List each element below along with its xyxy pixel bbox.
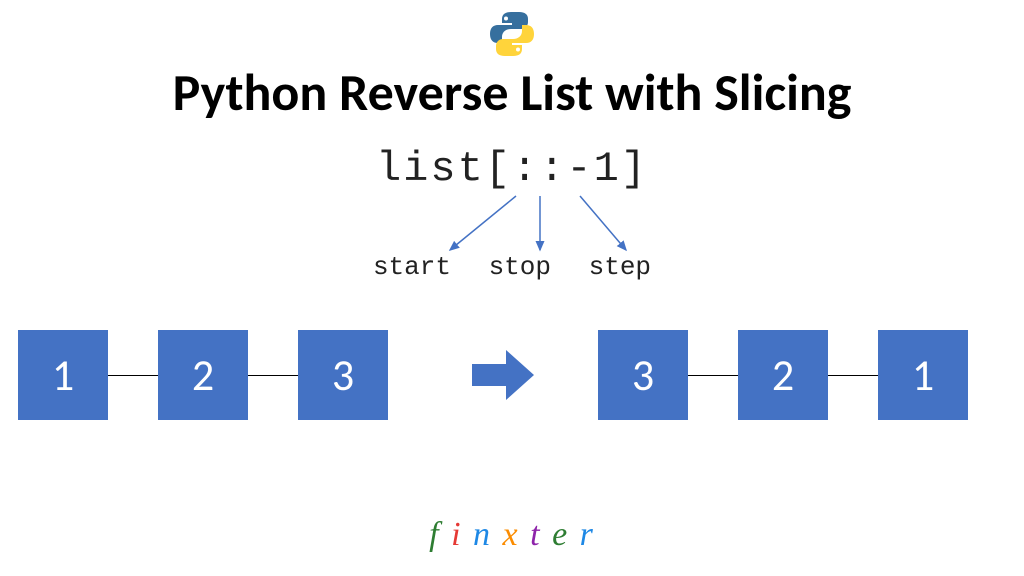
brand-letter: n xyxy=(473,516,492,554)
connector xyxy=(828,375,878,376)
python-logo-icon xyxy=(488,10,536,63)
connector xyxy=(108,375,158,376)
label-stop: stop xyxy=(489,252,551,282)
connector xyxy=(248,375,298,376)
brand-logo: f i n x t e r xyxy=(0,516,1024,554)
brand-letter: e xyxy=(552,516,569,554)
transform-arrow-icon xyxy=(468,348,538,407)
node-before-1: 2 xyxy=(158,330,248,420)
node-before-0: 1 xyxy=(18,330,108,420)
annotation-arrows xyxy=(380,190,680,260)
node-after-0: 3 xyxy=(598,330,688,420)
connector xyxy=(688,375,738,376)
brand-letter: f xyxy=(429,516,440,554)
code-expression: list[::-1] xyxy=(0,145,1024,193)
brand-letter: x xyxy=(503,516,520,554)
brand-letter: t xyxy=(530,516,541,554)
node-before-2: 3 xyxy=(298,330,388,420)
label-start: start xyxy=(373,252,451,282)
brand-letter: r xyxy=(580,516,595,554)
page-title: Python Reverse List with Slicing xyxy=(0,60,1024,124)
brand-letter: i xyxy=(451,516,462,554)
label-step: step xyxy=(589,252,651,282)
slice-labels: start stop step xyxy=(0,252,1024,282)
node-after-2: 1 xyxy=(878,330,968,420)
node-after-1: 2 xyxy=(738,330,828,420)
